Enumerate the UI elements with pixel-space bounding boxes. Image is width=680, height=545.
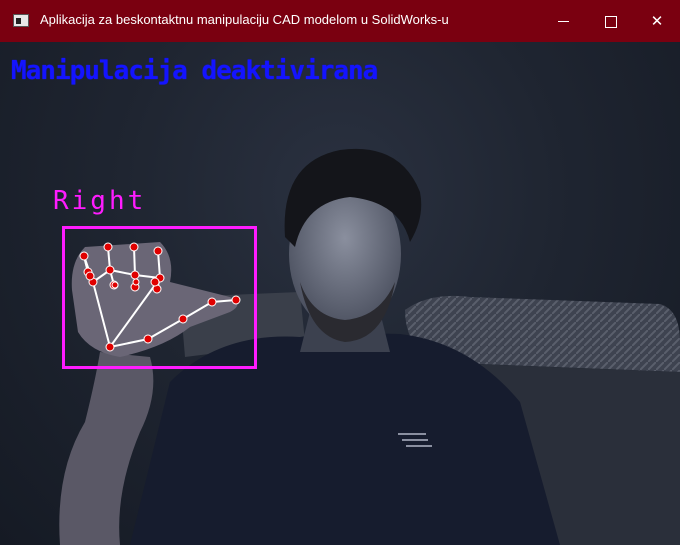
close-icon: ✕	[650, 12, 664, 30]
app-window: Aplikacija za beskontaktnu manipulaciju …	[0, 0, 680, 545]
maximize-icon	[605, 15, 617, 28]
minimize-button[interactable]	[540, 0, 586, 42]
hand-bounding-box	[62, 226, 257, 369]
minimize-icon	[557, 21, 569, 22]
window-title: Aplikacija za beskontaktnu manipulaciju …	[40, 12, 449, 27]
title-bar[interactable]: Aplikacija za beskontaktnu manipulaciju …	[0, 0, 680, 42]
handedness-label: Right	[53, 186, 147, 216]
close-button[interactable]: ✕	[634, 0, 680, 42]
app-window-icon[interactable]	[13, 14, 29, 27]
maximize-button[interactable]	[588, 0, 634, 42]
camera-feed: Manipulacija deaktivirana Right	[0, 42, 680, 545]
manipulation-status-label: Manipulacija deaktivirana	[11, 56, 378, 86]
